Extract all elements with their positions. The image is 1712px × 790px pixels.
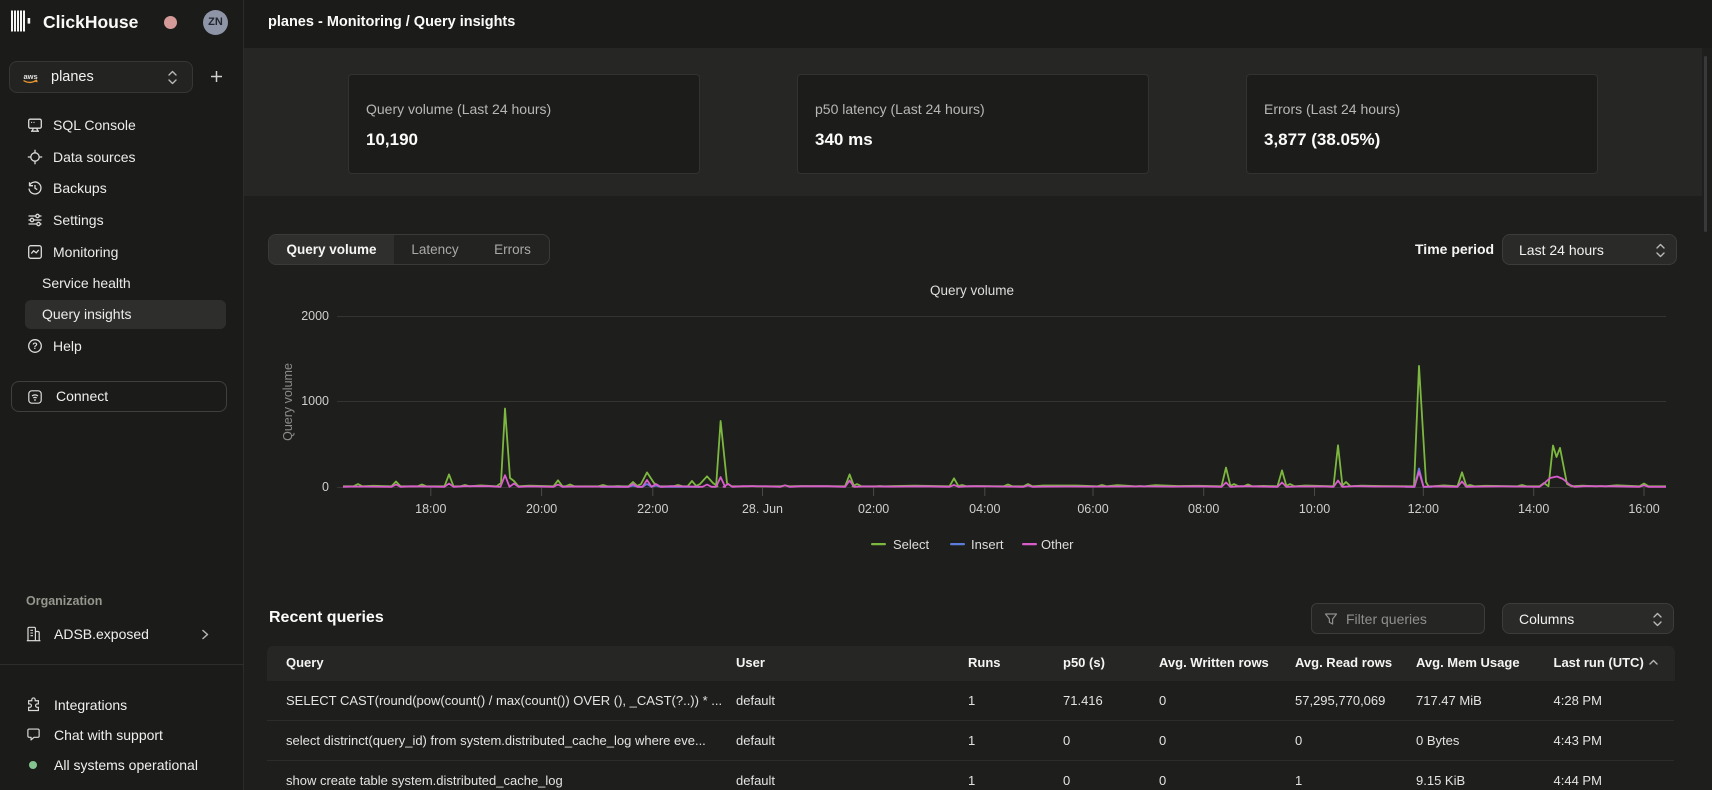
svg-text:aws: aws [24,72,38,81]
svg-text:?: ? [32,341,38,351]
